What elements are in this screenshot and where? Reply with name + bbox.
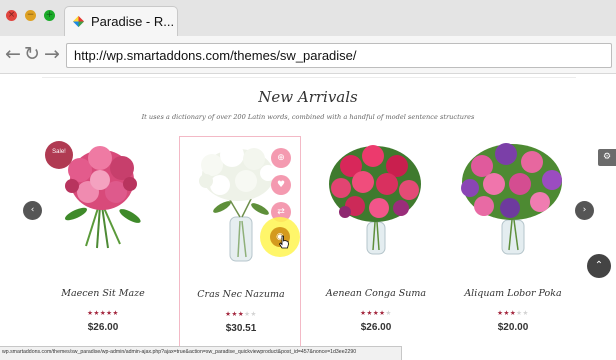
- window-close-button[interactable]: ×: [6, 10, 17, 21]
- product-rating: ★★★★★: [180, 310, 302, 318]
- window-maximize-button[interactable]: +: [44, 10, 55, 21]
- carousel-prev-button[interactable]: ‹: [23, 201, 42, 220]
- product-name[interactable]: Cras Nec Nazuma: [180, 289, 302, 300]
- address-bar[interactable]: http://wp.smartaddons.com/themes/sw_para…: [66, 43, 612, 68]
- product-card[interactable]: Aenean Conga Suma ★★★★★ $26.00: [315, 136, 437, 350]
- maximize-icon: +: [45, 10, 54, 20]
- carousel-next-button[interactable]: ›: [575, 201, 594, 220]
- url-text: http://wp.smartaddons.com/themes/sw_para…: [74, 48, 357, 63]
- chevron-left-icon: ‹: [30, 205, 35, 215]
- cart-icon: ⊕: [277, 153, 285, 163]
- forward-arrow-icon: →: [44, 43, 60, 65]
- back-arrow-icon: ←: [5, 43, 21, 65]
- close-icon: ×: [7, 10, 16, 20]
- star-icon: ★: [385, 310, 392, 317]
- product-image[interactable]: [452, 136, 574, 264]
- browser-title-bar: × − + Paradise - R...: [0, 0, 616, 36]
- sale-badge: Sale!: [45, 141, 73, 169]
- compare-icon: ⇄: [277, 207, 285, 217]
- product-name[interactable]: Aenean Conga Suma: [315, 288, 437, 299]
- product-image[interactable]: [315, 136, 437, 264]
- reload-icon: ↻: [24, 43, 40, 65]
- heart-icon: ♥: [276, 180, 286, 190]
- product-name[interactable]: Aliquam Lobor Poka: [452, 288, 574, 299]
- add-to-cart-button[interactable]: ⊕: [271, 148, 291, 168]
- star-icon: ★: [250, 311, 257, 318]
- chevron-up-icon: ⌃: [594, 260, 604, 271]
- section-subtitle: It uses a dictionary of over 200 Latin w…: [141, 113, 475, 121]
- hand-cursor-icon: [278, 235, 289, 249]
- page-content: New Arrivals It uses a dictionary of ove…: [0, 75, 616, 360]
- wishlist-button[interactable]: ♥: [271, 175, 291, 195]
- browser-toolbar: ← ↻ → http://wp.smartaddons.com/themes/s…: [0, 36, 616, 74]
- forward-button[interactable]: →: [40, 42, 64, 66]
- section-title: New Arrivals: [258, 88, 358, 106]
- product-price: $26.00: [87, 322, 119, 333]
- star-icon: ★: [522, 310, 529, 317]
- product-rating: ★★★★★: [42, 309, 164, 317]
- window-minimize-button[interactable]: −: [25, 10, 36, 21]
- product-rating: ★★★★★: [452, 309, 574, 317]
- browser-tab[interactable]: Paradise - R...: [64, 6, 178, 36]
- product-name[interactable]: Maecen Sit Maze: [42, 288, 164, 299]
- product-card[interactable]: Aliquam Lobor Poka ★★★★★ $20.00: [452, 136, 574, 350]
- status-url: wp.smartaddons.com/themes/sw_paradise/wp…: [2, 349, 357, 355]
- settings-icon: ⚙: [602, 152, 612, 162]
- product-price: $26.00: [360, 322, 392, 333]
- product-price: $30.51: [225, 323, 257, 334]
- product-rating: ★★★★★: [315, 309, 437, 317]
- product-card[interactable]: ⊕ ♥ ⇄ ◉ Cras Nec Nazuma ★★★★★ $30.51: [179, 136, 301, 350]
- back-to-top-button[interactable]: ⌃: [587, 254, 611, 278]
- tab-title: Paradise - R...: [91, 14, 175, 29]
- star-icon: ★: [112, 310, 119, 317]
- sale-badge-label: Sale!: [52, 149, 66, 155]
- minimize-icon: −: [26, 10, 35, 20]
- status-bar: wp.smartaddons.com/themes/sw_paradise/wp…: [0, 346, 402, 360]
- chevron-right-icon: ›: [582, 205, 587, 215]
- site-favicon: [72, 15, 85, 28]
- divider: [42, 77, 576, 78]
- side-tool-button[interactable]: ⚙: [598, 149, 616, 166]
- product-price: $20.00: [497, 322, 529, 333]
